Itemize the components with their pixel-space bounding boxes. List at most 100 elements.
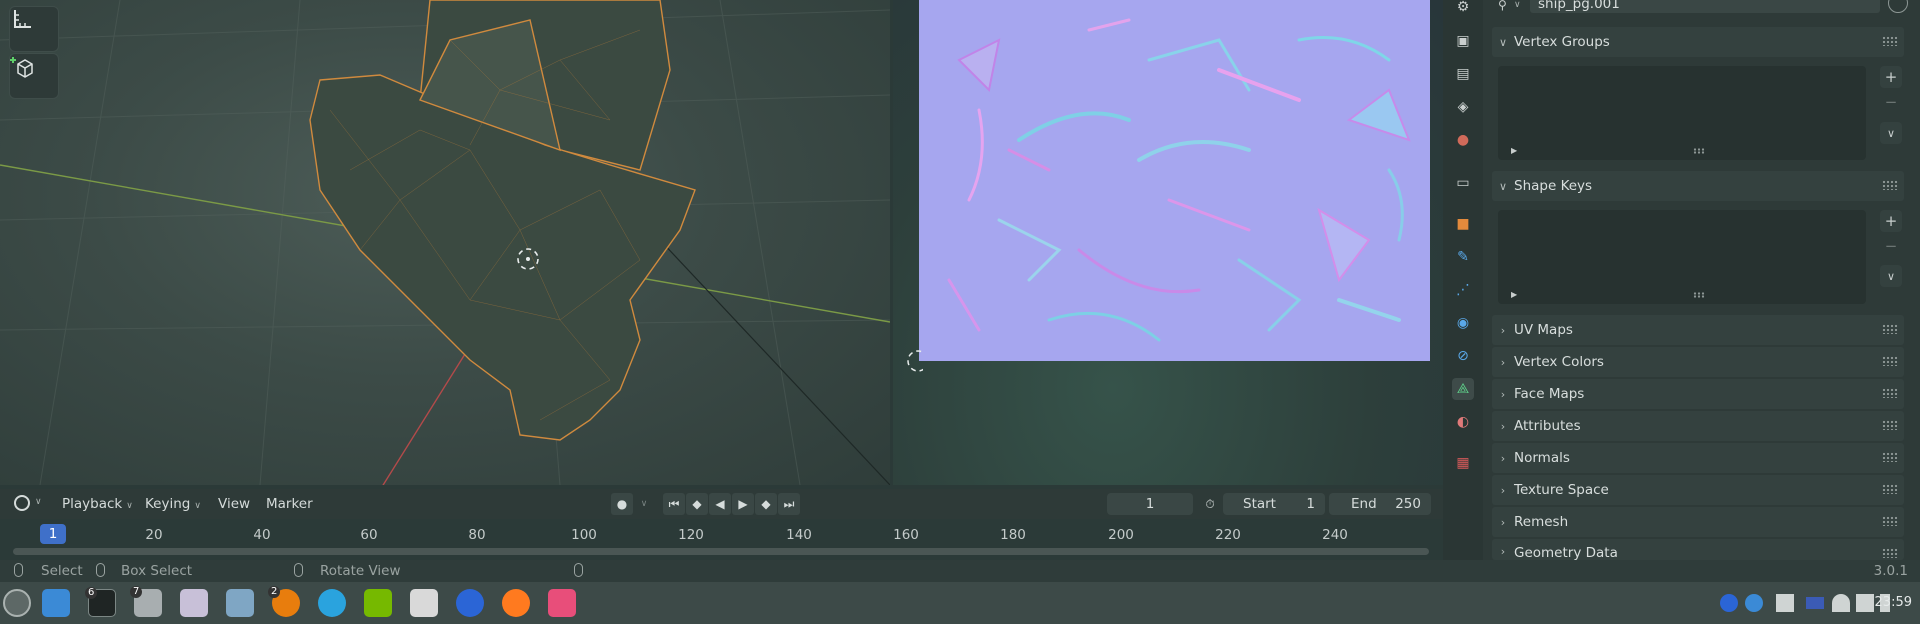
tab-tool[interactable]: ⚙ [1452,0,1474,18]
keyboard-layout-icon[interactable] [1806,597,1824,609]
tab-object-data[interactable]: ⟁ [1452,378,1474,400]
panel-uv-maps[interactable]: › UV Maps [1492,315,1904,345]
wifi-icon[interactable] [1832,594,1850,612]
tab-view-layer[interactable]: ◈ [1452,96,1474,118]
panel-face-maps[interactable]: › Face Maps [1492,379,1904,409]
nvidia-icon[interactable] [364,589,392,617]
drag-handle-icon[interactable] [1882,180,1898,190]
editor-type-button[interactable]: ∨ [14,495,44,513]
clock[interactable]: 23:59 [1875,595,1912,610]
auto-keying-button[interactable]: ● [611,493,633,515]
drag-handle-icon[interactable] [1882,356,1898,366]
use-preview-range-button[interactable]: ⏱ [1199,493,1221,515]
terminal-icon[interactable]: 6 [85,587,116,617]
resize-handle-icon[interactable] [1693,148,1705,154]
drag-handle-icon[interactable] [1882,324,1898,334]
add-shape-key-button[interactable]: + [1880,210,1902,232]
tab-render[interactable]: ▣ [1452,30,1474,52]
remove-vertex-group-button[interactable]: − [1880,91,1902,113]
drag-handle-icon[interactable] [1882,548,1898,558]
ruler-tick: 180 [1000,527,1026,543]
shape-keys-menu-button[interactable]: ∨ [1880,265,1902,287]
telegram-icon[interactable] [318,589,346,617]
marker-menu[interactable]: Marker [266,496,313,512]
bluetooth-tray-icon[interactable] [1720,594,1738,612]
view-menu[interactable]: View [218,496,250,512]
image-viewer-icon[interactable] [226,589,254,617]
drag-handle-icon[interactable] [1882,452,1898,462]
document-viewer-icon[interactable] [410,589,438,617]
tab-output[interactable]: ▤ [1452,63,1474,85]
timeline-scrollbar[interactable] [13,548,1429,555]
printer-tray-icon[interactable] [1776,594,1794,612]
app-menu-icon[interactable] [3,589,31,617]
panel-normals[interactable]: › Normals [1492,443,1904,473]
measure-tool-button[interactable] [9,6,59,52]
tab-modifiers[interactable]: ✎ [1452,246,1474,268]
remove-shape-key-button[interactable]: − [1880,235,1902,257]
data-name-value: ship_pg.001 [1538,0,1620,12]
drag-handle-icon[interactable] [1882,484,1898,494]
end-frame-field[interactable]: End 250 [1329,493,1431,515]
shape-keys-list[interactable]: ▶ [1498,210,1866,304]
vertex-groups-menu-button[interactable]: ∨ [1880,122,1902,144]
tab-object[interactable]: ■ [1452,213,1474,235]
panel-geometry-data[interactable]: › Geometry Data [1492,539,1904,560]
resize-handle-icon[interactable] [1693,292,1705,298]
drag-handle-icon[interactable] [1882,36,1898,46]
tab-constraints[interactable]: ⊘ [1452,345,1474,367]
add-cube-tool-button[interactable] [9,53,59,99]
current-frame-field[interactable]: 1 [1107,493,1193,515]
jump-to-start-button[interactable]: ⏮ [663,493,685,515]
expand-triangle-icon[interactable]: ▶ [1511,290,1517,299]
image-editor[interactable] [893,0,1443,485]
drag-handle-icon[interactable] [1882,420,1898,430]
software-store-icon[interactable] [548,589,576,617]
plus-icon: + [1884,68,1898,86]
vertex-groups-list[interactable]: ▶ [1498,66,1866,160]
fake-user-icon[interactable] [1888,0,1908,13]
start-frame-field[interactable]: Start 1 [1223,493,1325,515]
add-vertex-group-button[interactable]: + [1880,66,1902,88]
files-icon[interactable]: 7 [130,586,162,617]
panel-remesh[interactable]: › Remesh [1492,507,1904,537]
panel-label: UV Maps [1514,322,1573,338]
clock-icon [14,495,30,511]
play-reverse-button[interactable]: ◀ [709,493,731,515]
3d-viewport[interactable] [0,0,890,485]
data-name-field[interactable]: ship_pg.001 [1530,0,1880,13]
keying-menu[interactable]: Keying ∨ [145,496,201,512]
play-button[interactable]: ▶ [732,493,754,515]
expand-triangle-icon[interactable]: ▶ [1511,146,1517,155]
ruler-tick: 120 [678,527,704,543]
panel-attributes[interactable]: › Attributes [1492,411,1904,441]
panel-vertex-groups[interactable]: ∨ Vertex Groups [1492,27,1904,57]
current-frame-value: 1 [1145,496,1155,512]
playback-menu[interactable]: Playback ∨ [62,496,133,512]
drag-handle-icon[interactable] [1882,516,1898,526]
prev-keyframe-icon: ◆ [692,497,702,511]
prev-keyframe-button[interactable]: ◆ [686,493,708,515]
update-tray-icon[interactable] [1745,594,1763,612]
tab-physics[interactable]: ◉ [1452,312,1474,334]
current-frame-indicator[interactable]: 1 [40,524,66,544]
keying-options-button[interactable]: ∨ [633,493,655,515]
drag-handle-icon[interactable] [1882,388,1898,398]
blender-icon[interactable]: 2 [268,586,300,617]
bluetooth-app-icon[interactable] [456,589,484,617]
next-keyframe-button[interactable]: ◆ [755,493,777,515]
tab-material[interactable]: ◐ [1452,411,1474,433]
jump-to-end-button[interactable]: ⏭ [778,493,800,515]
end-value: 250 [1395,496,1421,512]
tab-scene[interactable]: ● [1452,129,1474,151]
settings-icon[interactable] [180,589,208,617]
tab-texture[interactable]: ▦ [1452,452,1474,474]
tab-collection[interactable]: ▭ [1452,172,1474,194]
volume-icon[interactable] [1856,594,1874,612]
firefox-icon[interactable] [502,589,530,617]
panel-vertex-colors[interactable]: › Vertex Colors [1492,347,1904,377]
tab-particles[interactable]: ⋰ [1452,279,1474,301]
panel-texture-space[interactable]: › Texture Space [1492,475,1904,505]
panel-shape-keys[interactable]: ∨ Shape Keys [1492,171,1904,201]
file-manager-icon[interactable] [42,589,70,617]
